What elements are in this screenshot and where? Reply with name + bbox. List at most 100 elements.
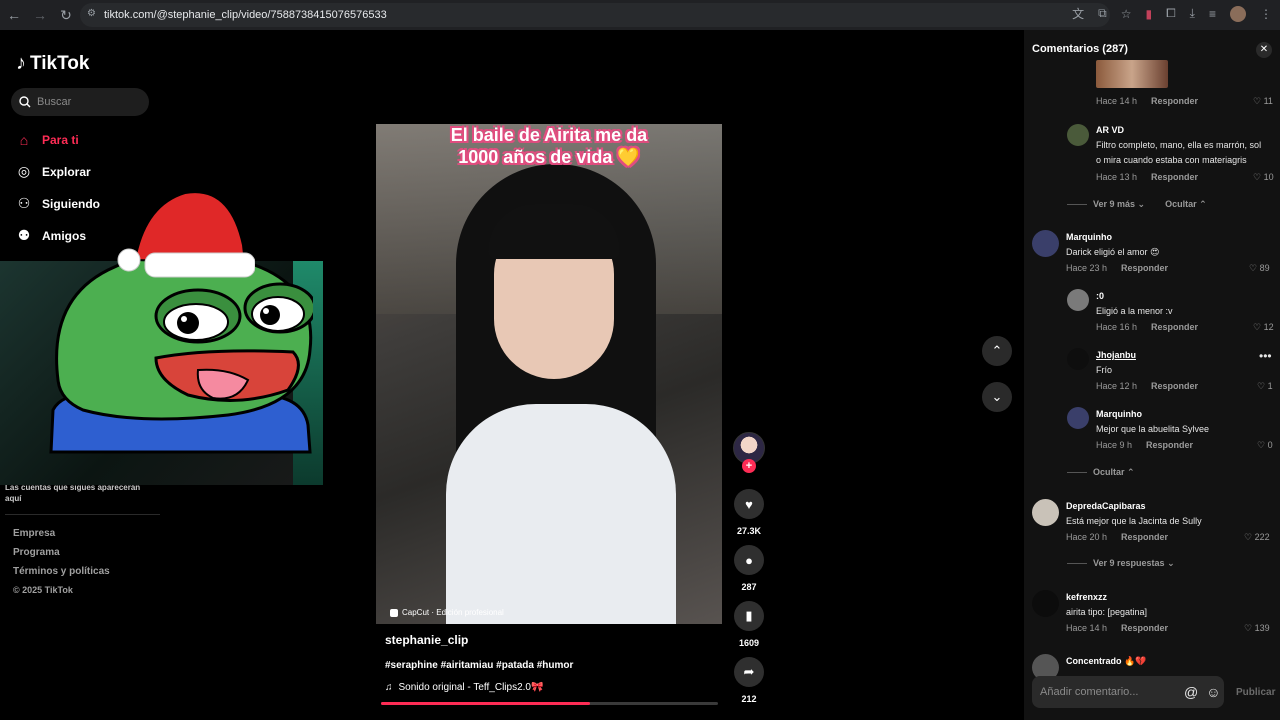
bookmark-star-icon[interactable]: ☆ xyxy=(1121,7,1132,21)
share-icon: ➦ xyxy=(743,664,755,679)
video-progress-bar[interactable] xyxy=(381,702,718,705)
like-count: 139 xyxy=(1254,623,1270,633)
comment-author[interactable]: Marquinho xyxy=(1096,409,1142,419)
comment-author[interactable]: kefrenxzz xyxy=(1066,592,1107,602)
follow-plus-icon[interactable]: + xyxy=(742,459,756,473)
save-button[interactable]: ▮ xyxy=(734,601,764,631)
avatar[interactable] xyxy=(1067,348,1089,370)
avatar[interactable] xyxy=(1032,499,1059,526)
share-button[interactable]: ➦ xyxy=(734,657,764,687)
reply-button[interactable]: Responder xyxy=(1151,96,1198,106)
sound-label: Sonido original - Teff_Clips2.0🎀 xyxy=(398,682,544,693)
arrow-right-icon[interactable]: → xyxy=(28,3,52,27)
address-bar[interactable]: ⚙ tiktok.com/@stephanie_clip/video/75887… xyxy=(80,3,1110,27)
comment-author[interactable]: Concentrado 🔥💔 xyxy=(1066,656,1146,667)
comment-likes[interactable]: ♡ 89 xyxy=(1249,263,1270,274)
music-note-icon: ♫ xyxy=(385,682,393,693)
like-button[interactable]: ♥ xyxy=(734,489,764,519)
video-player[interactable]: El baile de Airita me da 1000 años de vi… xyxy=(376,124,722,624)
comment-author[interactable]: :0 xyxy=(1096,291,1104,301)
footer-terminos[interactable]: Términos y políticas xyxy=(13,566,110,577)
more-options-icon[interactable]: ••• xyxy=(1259,349,1272,363)
comment-button[interactable]: ● xyxy=(734,545,764,575)
footer-empresa[interactable]: Empresa xyxy=(13,528,110,539)
tab-search-icon[interactable]: ≡ xyxy=(1209,7,1216,21)
comment-time: Hace 13 h xyxy=(1096,172,1138,182)
thread-controls: Ocultar ⌃ xyxy=(1067,467,1135,478)
extension-icon[interactable]: ▮ xyxy=(1145,7,1152,21)
video-hashtags[interactable]: #seraphine #airitamiau #patada #humor xyxy=(385,660,573,671)
comment-likes[interactable]: ♡ 12 xyxy=(1253,322,1274,333)
nav-siguiendo[interactable]: ⚇ Siguiendo xyxy=(16,195,100,212)
home-icon: ⌂ xyxy=(19,132,29,148)
comment-author[interactable]: Jhojanbu xyxy=(1096,350,1136,360)
reply-button[interactable]: Responder xyxy=(1146,440,1193,450)
nav-para-ti[interactable]: ⌂ Para ti xyxy=(16,132,79,148)
hide-button[interactable]: Ocultar ⌃ xyxy=(1093,467,1135,478)
emoji-icon[interactable]: ☺ xyxy=(1206,684,1220,700)
previous-video-button[interactable]: ⌃ xyxy=(982,336,1012,366)
reply-button[interactable]: Responder xyxy=(1121,623,1168,633)
translate-icon[interactable]: 文 xyxy=(1072,5,1084,22)
capcut-badge[interactable]: CapCut · Edición profesional xyxy=(390,608,504,617)
video-username[interactable]: stephanie_clip xyxy=(385,633,468,647)
comment-sticker-image[interactable] xyxy=(1096,60,1168,88)
nav-label: Explorar xyxy=(42,164,91,179)
comment-time: Hace 12 h xyxy=(1096,381,1138,391)
chevron-up-icon: ⌃ xyxy=(991,343,1003,358)
view-replies-button[interactable]: Ver 9 respuestas ⌄ xyxy=(1093,558,1175,569)
footer-copyright: © 2025 TikTok xyxy=(13,585,73,595)
view-more-button[interactable]: Ver 9 más ⌄ xyxy=(1093,199,1145,210)
mention-icon[interactable]: @ xyxy=(1184,684,1198,700)
reply-button[interactable]: Responder xyxy=(1121,532,1168,542)
puzzle-icon[interactable]: ⧠ xyxy=(1166,6,1176,21)
comment-likes[interactable]: ♡ 0 xyxy=(1257,440,1273,451)
hide-button[interactable]: Ocultar ⌃ xyxy=(1165,199,1207,210)
tiktok-logo[interactable]: ♪ TikTok xyxy=(16,52,89,75)
comment-time: Hace 9 h xyxy=(1096,440,1133,450)
next-video-button[interactable]: ⌄ xyxy=(982,382,1012,412)
nav-explorar[interactable]: ◎ Explorar xyxy=(16,163,91,180)
search-placeholder: Buscar xyxy=(37,96,72,108)
site-info-icon[interactable]: ⚙ xyxy=(87,8,99,20)
avatar[interactable] xyxy=(1067,289,1089,311)
browser-actions: 文 ⧉ ☆ ▮ ⧠ ⤓ ≡ ⋮ xyxy=(1072,5,1272,22)
url-text: tiktok.com/@stephanie_clip/video/7588738… xyxy=(104,9,387,21)
like-count: 27.3K xyxy=(736,526,762,536)
search-input[interactable]: Buscar xyxy=(11,88,149,116)
reply-button[interactable]: Responder xyxy=(1151,322,1198,332)
capcut-label: CapCut · Edición profesional xyxy=(402,608,504,617)
comment-likes[interactable]: ♡ 222 xyxy=(1244,532,1270,543)
comment-author[interactable]: DepredaCapibaras xyxy=(1066,501,1146,511)
menu-icon[interactable]: ⋮ xyxy=(1260,7,1272,21)
comment-author[interactable]: AR VD xyxy=(1096,125,1124,135)
avatar[interactable] xyxy=(1032,590,1059,617)
comment-meta: Hace 14 h Responder xyxy=(1066,623,1168,633)
footer-programa[interactable]: Programa xyxy=(13,547,110,558)
comment-author[interactable]: Marquinho xyxy=(1066,232,1112,242)
comment-meta: Hace 9 h Responder xyxy=(1096,440,1193,450)
reply-button[interactable]: Responder xyxy=(1151,172,1198,182)
install-icon[interactable]: ⧉ xyxy=(1098,6,1107,21)
profile-avatar[interactable] xyxy=(1230,5,1246,22)
publish-button[interactable]: Publicar xyxy=(1236,687,1275,698)
santa-hat xyxy=(117,191,255,278)
like-count: 1 xyxy=(1267,381,1273,391)
close-icon[interactable]: ✕ xyxy=(1256,42,1272,58)
avatar[interactable] xyxy=(1067,407,1089,429)
download-icon[interactable]: ⤓ xyxy=(1190,6,1195,21)
reply-button[interactable]: Responder xyxy=(1121,263,1168,273)
comment-likes[interactable]: ♡ 10 xyxy=(1253,172,1274,183)
comment-likes[interactable]: ♡ 11 xyxy=(1253,96,1273,107)
reply-button[interactable]: Responder xyxy=(1151,381,1198,391)
arrow-left-icon[interactable]: ← xyxy=(2,3,26,27)
video-progress-fill xyxy=(381,702,590,705)
comment-likes[interactable]: ♡ 139 xyxy=(1244,623,1270,634)
comment-likes[interactable]: ♡ 1 xyxy=(1257,381,1273,392)
hide-label: Ocultar xyxy=(1165,199,1197,209)
avatar[interactable] xyxy=(1067,124,1089,146)
avatar[interactable] xyxy=(1032,230,1059,257)
video-sound[interactable]: ♫ Sonido original - Teff_Clips2.0🎀 xyxy=(385,682,543,693)
reload-icon[interactable]: ↻ xyxy=(54,3,78,27)
comments-panel: Comentarios (287) ✕ Hace 14 h Responder ♡… xyxy=(1024,30,1280,720)
